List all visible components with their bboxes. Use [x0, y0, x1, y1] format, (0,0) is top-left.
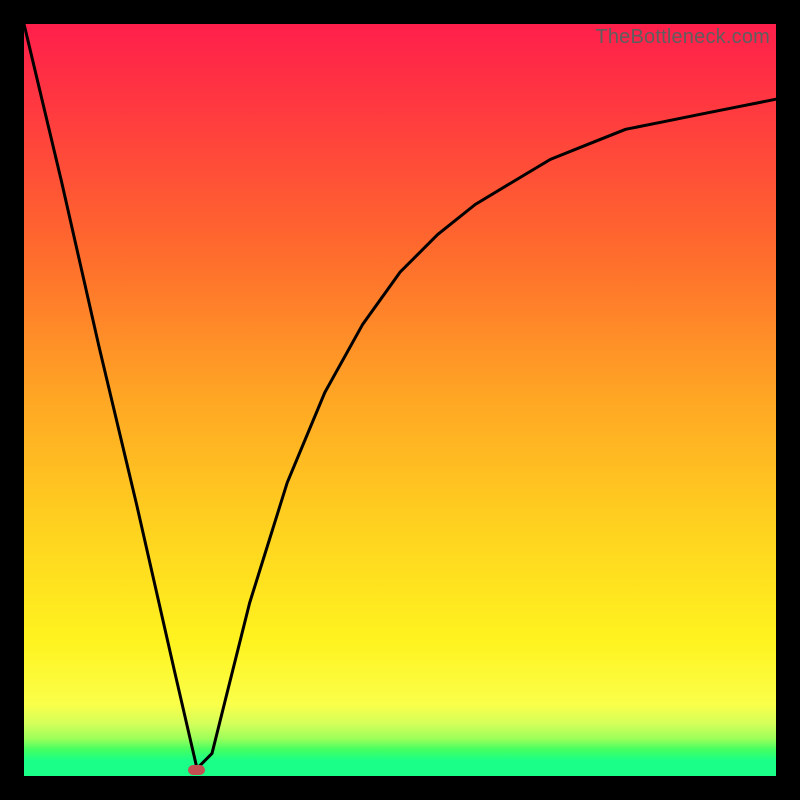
bottleneck-curve [24, 24, 776, 776]
curve-path [24, 24, 776, 769]
chart-frame: TheBottleneck.com [0, 0, 800, 800]
min-marker-icon [188, 765, 205, 775]
plot-area: TheBottleneck.com [24, 24, 776, 776]
